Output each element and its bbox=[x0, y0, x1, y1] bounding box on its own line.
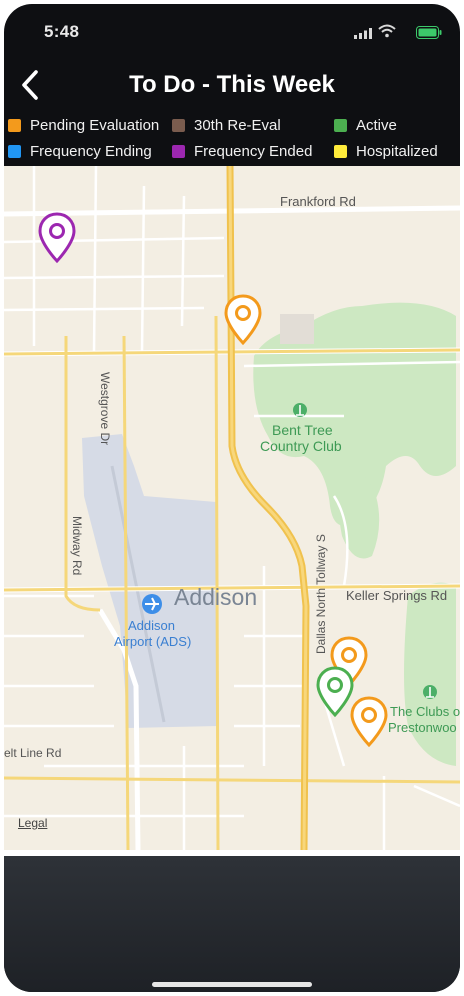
street-label-frankford: Frankford Rd bbox=[280, 194, 356, 209]
legal-link[interactable]: Legal bbox=[18, 816, 47, 830]
street-label-keller-springs: Keller Springs Rd bbox=[346, 588, 448, 603]
poi-label-clubs-of: The Clubs o bbox=[390, 704, 460, 719]
status-time: 5:48 bbox=[44, 22, 80, 41]
city-label-addison: Addison bbox=[174, 584, 258, 610]
home-indicator[interactable] bbox=[152, 982, 312, 987]
map-pin-frequency-ended[interactable] bbox=[38, 212, 76, 264]
airport-area bbox=[82, 434, 218, 728]
legend-item-pending-evaluation: Pending Evaluation bbox=[8, 114, 159, 136]
page-title: To Do - This Week bbox=[129, 71, 335, 98]
map-pin-pending-evaluation[interactable] bbox=[224, 294, 262, 346]
street-label-belt-line: elt Line Rd bbox=[4, 746, 62, 760]
map-view[interactable]: Frankford Rd Westgrove Dr Midway Rd Bent… bbox=[4, 166, 460, 850]
legend-item-frequency-ended: Frequency Ended bbox=[172, 140, 312, 162]
legend-item-active: Active bbox=[334, 114, 397, 136]
status-legend: Pending Evaluation 30th Re-Eval Active F… bbox=[4, 110, 460, 166]
legend-item-hospitalized: Hospitalized bbox=[334, 140, 438, 162]
cellular-signal-icon bbox=[354, 28, 372, 39]
map-pin-active[interactable] bbox=[316, 666, 354, 718]
map-base bbox=[4, 166, 460, 850]
legend-item-30th-re-eval: 30th Re-Eval bbox=[172, 114, 281, 136]
status-bar: 5:48 bbox=[4, 4, 460, 60]
legend-swatch bbox=[172, 118, 185, 132]
legend-swatch bbox=[334, 144, 347, 158]
wifi-icon bbox=[378, 24, 396, 38]
legend-label: Frequency Ending bbox=[30, 142, 152, 160]
battery-icon bbox=[416, 26, 442, 39]
poi-label-bent-tree: Bent Tree bbox=[272, 422, 333, 438]
legend-swatch bbox=[172, 144, 185, 158]
street-label-midway: Midway Rd bbox=[70, 516, 84, 576]
legend-item-frequency-ending: Frequency Ending bbox=[8, 140, 152, 162]
legend-swatch bbox=[8, 144, 21, 158]
legend-label: Frequency Ended bbox=[194, 142, 313, 160]
bottom-panel bbox=[4, 856, 460, 992]
phone-screen: 5:48 To Do - This Week Pending Evaluatio… bbox=[4, 4, 460, 992]
tollway-center bbox=[228, 166, 308, 850]
legend-label: Pending Evaluation bbox=[30, 116, 160, 134]
legend-swatch bbox=[334, 118, 347, 132]
navigation-bar: To Do - This Week bbox=[4, 60, 460, 110]
legend-swatch bbox=[8, 118, 21, 132]
prestonwood-golf-area bbox=[404, 582, 456, 766]
legend-label: Active bbox=[356, 116, 397, 134]
map-pin-pending-evaluation[interactable] bbox=[350, 696, 388, 748]
poi-label-country-club: Country Club bbox=[260, 438, 342, 454]
poi-label-addison-airport: Addison bbox=[128, 618, 175, 633]
building-block bbox=[280, 314, 314, 344]
street-label-westgrove: Westgrove Dr bbox=[98, 372, 112, 446]
poi-label-airport-ads: Airport (ADS) bbox=[114, 634, 192, 649]
poi-label-prestonwood: Prestonwoo bbox=[388, 720, 457, 735]
street-label-tollway: Dallas North Tollway S bbox=[314, 534, 328, 654]
legend-label: Hospitalized bbox=[356, 142, 438, 160]
legend-label: 30th Re-Eval bbox=[194, 116, 281, 134]
